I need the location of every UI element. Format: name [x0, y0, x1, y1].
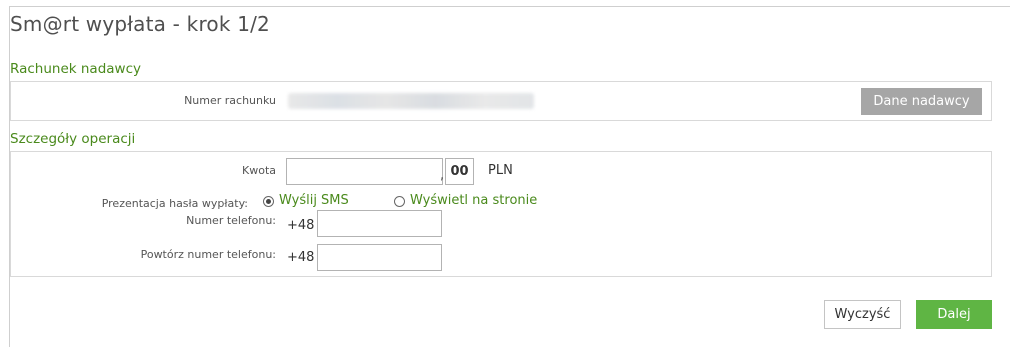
repeat-phone-number-input[interactable] [317, 244, 442, 271]
next-button[interactable]: Dalej [916, 300, 992, 329]
details-panel: Kwota , 00 PLN Prezentacja hasła wypłaty… [10, 151, 992, 277]
sender-section-title: Rachunek nadawcy [10, 61, 141, 77]
account-number-label: Numer rachunku [184, 94, 276, 107]
sender-panel: Numer rachunku Dane nadawcy [10, 81, 992, 121]
show-on-page-radio[interactable] [394, 196, 405, 207]
repeat-phone-number-label: Powtórz numer telefonu: [140, 248, 276, 261]
password-presentation-label: Prezentacja hasła wypłaty: [101, 197, 248, 210]
amount-cents-field[interactable]: 00 [445, 158, 474, 185]
page-title: Sm@rt wypłata - krok 1/2 [10, 12, 270, 36]
amount-separator: , [440, 168, 445, 183]
account-number-masked [288, 93, 534, 109]
phone-prefix: +48 [287, 218, 315, 233]
send-sms-radio[interactable] [263, 196, 274, 207]
amount-label: Kwota [242, 164, 276, 177]
currency-label: PLN [488, 163, 513, 178]
details-section-title: Szczegóły operacji [10, 131, 136, 147]
phone-number-input[interactable] [317, 210, 442, 237]
amount-input[interactable] [286, 158, 443, 185]
phone-number-label: Numer telefonu: [186, 214, 276, 227]
sender-details-button[interactable]: Dane nadawcy [861, 88, 982, 115]
repeat-phone-prefix: +48 [287, 250, 315, 265]
clear-button[interactable]: Wyczyść [824, 300, 901, 329]
send-sms-option-label[interactable]: Wyślij SMS [279, 193, 349, 208]
show-on-page-option-label[interactable]: Wyświetl na stronie [410, 193, 537, 208]
